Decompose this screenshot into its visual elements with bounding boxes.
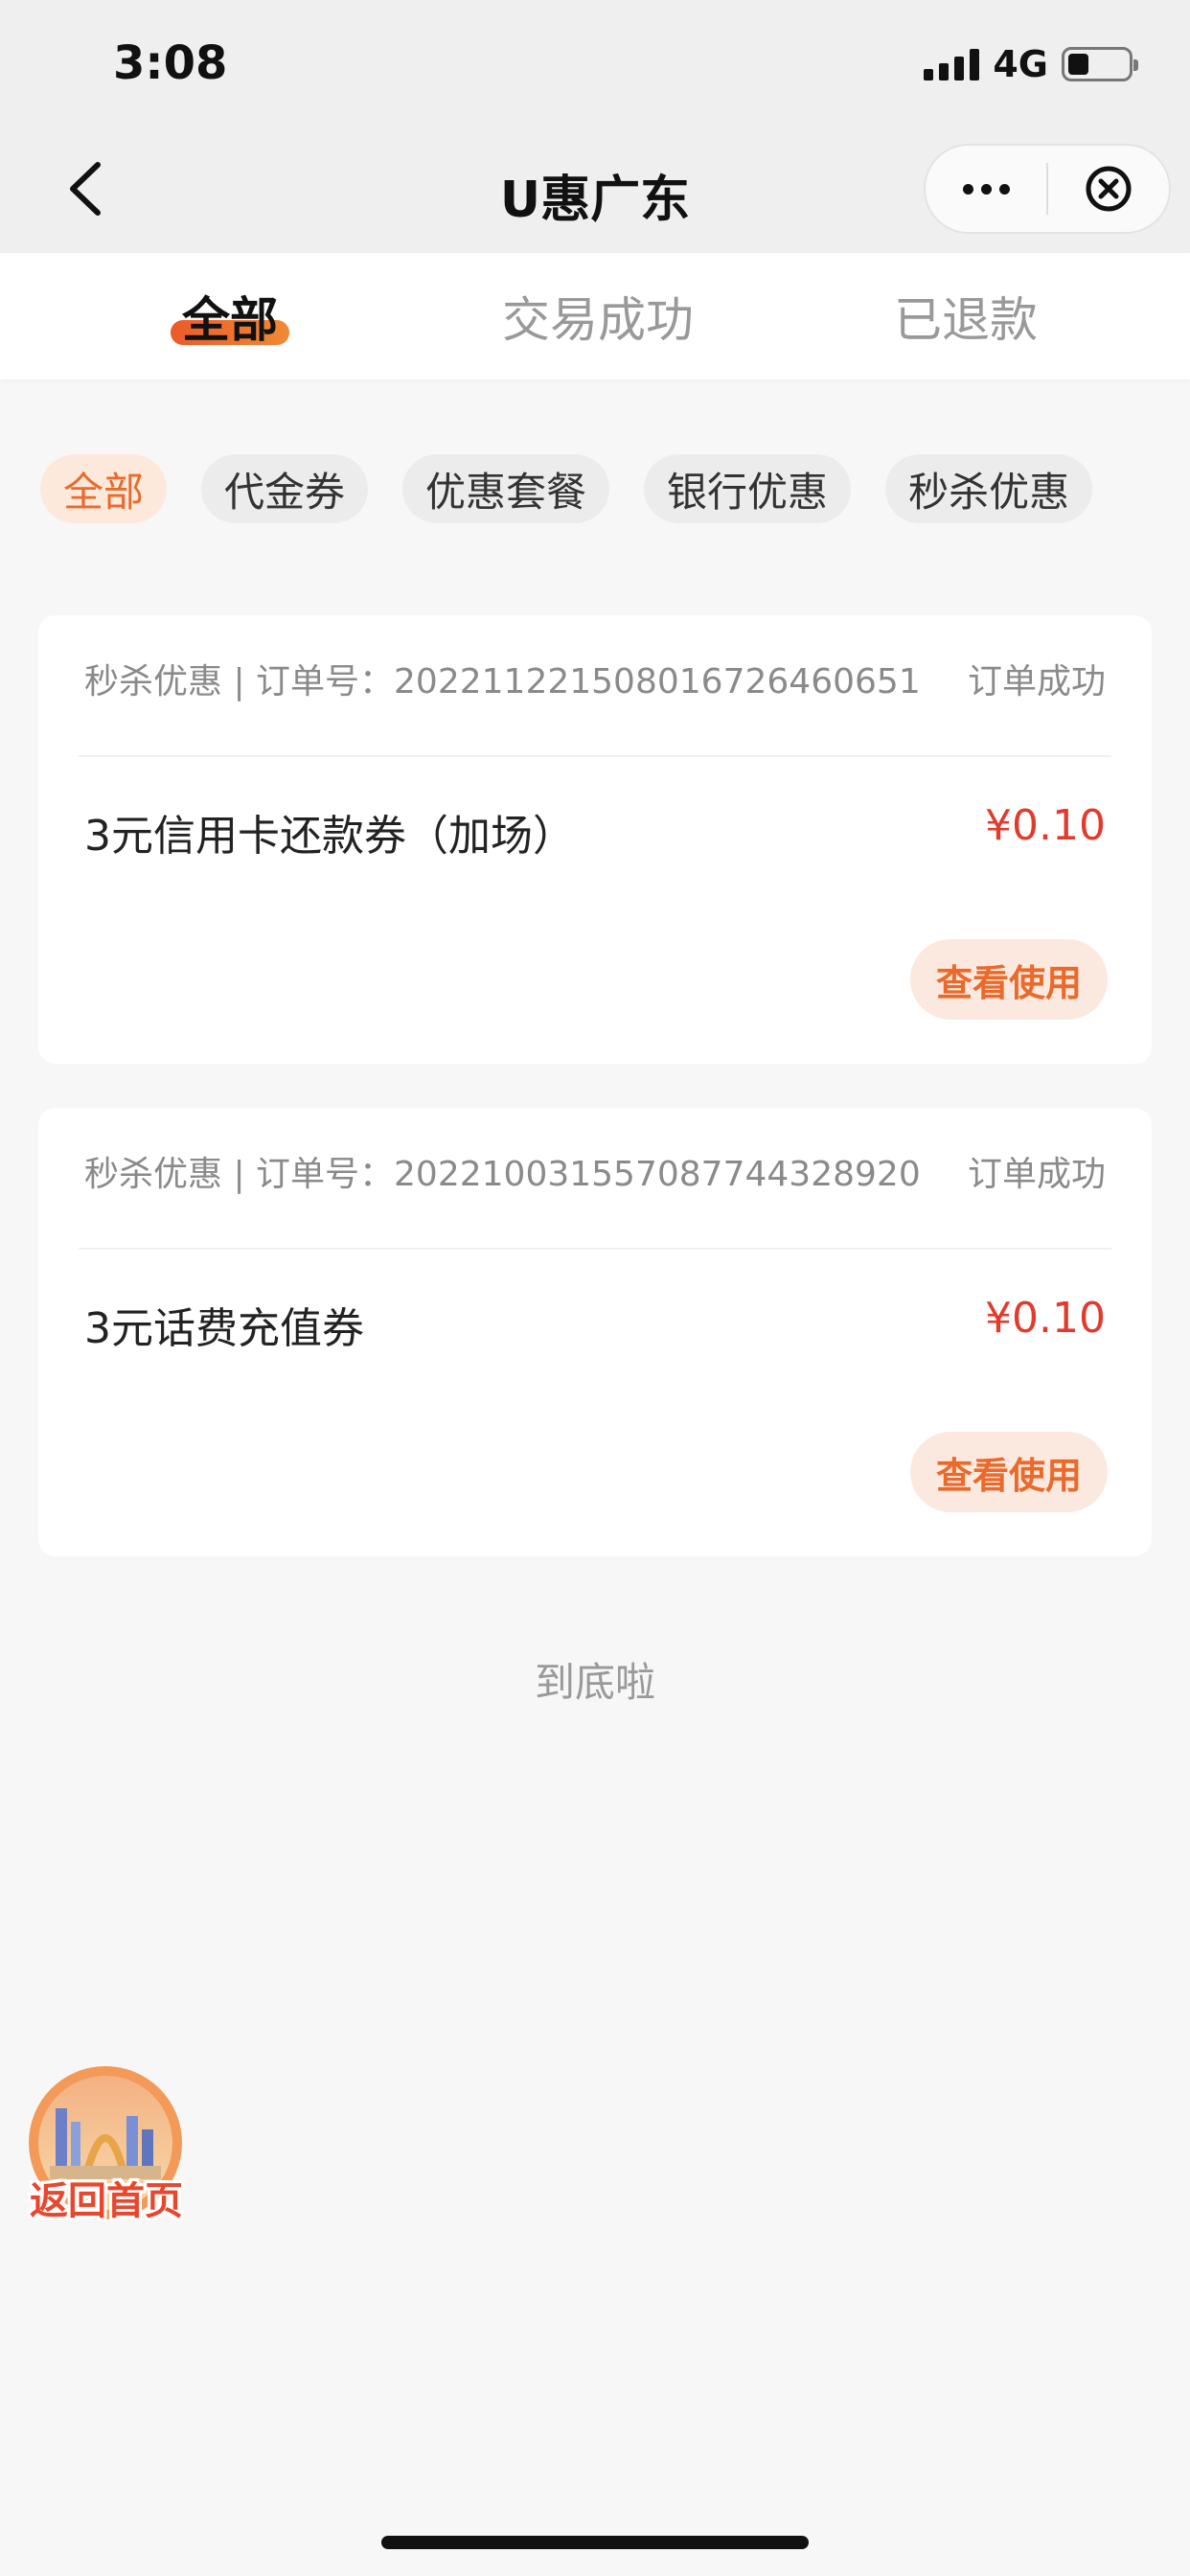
network-label: 4G: [993, 43, 1048, 85]
order-price: ¥0.10: [985, 801, 1106, 850]
circle-close-icon: [1086, 166, 1132, 212]
view-use-button[interactable]: 查看使用: [910, 1432, 1108, 1512]
back-to-home-button[interactable]: 返回首页: [23, 2062, 188, 2227]
divider: [79, 1248, 1111, 1250]
battery-level: [1068, 54, 1088, 75]
view-use-button[interactable]: 查看使用: [910, 939, 1108, 1020]
order-meta: 秒杀优惠 | 订单号：20221122150801672646065​1: [84, 662, 921, 702]
order-status: 订单成功: [967, 662, 1106, 702]
nav-bar: U惠广东: [0, 126, 1190, 253]
divider: [79, 755, 1111, 757]
order-meta: 秒杀优惠 | 订单号：20221003155708774432892​0: [84, 1155, 921, 1194]
tab-success[interactable]: 交易成功: [414, 253, 782, 380]
home-indicator: [381, 2536, 809, 2549]
filter-chip-package[interactable]: 优惠套餐: [402, 454, 610, 523]
more-button[interactable]: [926, 146, 1046, 232]
category-filters: 全部 代金券 优惠套餐 银行优惠 秒杀优惠: [40, 454, 1093, 523]
status-icons: 4G: [924, 42, 1138, 86]
filter-chip-voucher[interactable]: 代金券: [201, 454, 369, 523]
filter-chip-flash-sale[interactable]: 秒杀优惠: [885, 454, 1093, 523]
order-header: 秒杀优惠 | 订单号：20221122150801672646065​1 订单成…: [84, 654, 1106, 703]
tab-label: 全部: [182, 292, 278, 348]
order-card[interactable]: 秒杀优惠 | 订单号：20221122150801672646065​1 订单成…: [38, 615, 1152, 1064]
status-time: 3:08: [113, 36, 228, 90]
home-badge-label: 返回首页: [30, 2179, 183, 2223]
order-product-name: 3元话费充值券: [84, 1304, 364, 1353]
tab-label: 交易成功: [502, 292, 694, 348]
order-price: ¥0.10: [985, 1294, 1106, 1343]
order-header: 秒杀优惠 | 订单号：20221003155708774432892​0 订单成…: [84, 1146, 1106, 1196]
tab-label: 已退款: [894, 292, 1038, 348]
close-button[interactable]: [1048, 146, 1169, 232]
status-bar: 3:08 4G: [0, 0, 1190, 126]
order-card[interactable]: 秒杀优惠 | 订单号：20221003155708774432892​0 订单成…: [38, 1108, 1152, 1556]
order-status-tabs: 全部 交易成功 已退款: [0, 253, 1190, 380]
end-of-list-text: 到底啦: [534, 1659, 655, 1706]
battery-icon: [1062, 47, 1138, 81]
signal-icon: [924, 48, 980, 80]
order-product-name: 3元信用卡还款券（加场）: [84, 812, 575, 861]
more-dots-icon: [959, 183, 1014, 195]
filter-chip-bank[interactable]: 银行优惠: [644, 454, 852, 523]
order-status: 订单成功: [967, 1155, 1106, 1194]
mini-program-capsule: [924, 144, 1171, 234]
tab-refunded[interactable]: 已退款: [782, 253, 1150, 380]
filter-chip-all[interactable]: 全部: [40, 454, 168, 523]
tab-all[interactable]: 全部: [46, 253, 414, 380]
